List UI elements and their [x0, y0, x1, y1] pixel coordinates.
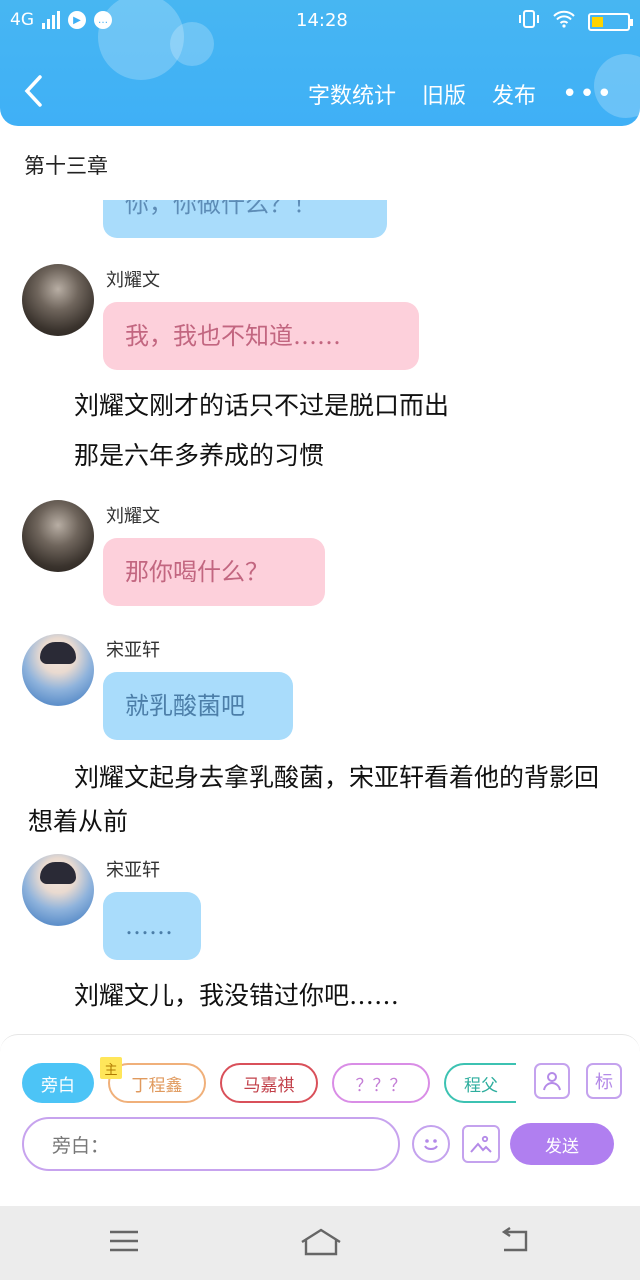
status-bar: 4G ▶ … 14:28	[0, 6, 640, 36]
message-bubble[interactable]: 你，你做什么？！	[103, 200, 387, 238]
battery-icon	[588, 12, 633, 31]
role-chip-narrator[interactable]: 旁白	[22, 1063, 94, 1103]
message-bubble[interactable]: ……	[103, 892, 201, 960]
message-icon: …	[94, 11, 112, 29]
message-input[interactable]: 旁白：	[22, 1117, 400, 1171]
role-chip-ding[interactable]: 丁程鑫	[108, 1063, 206, 1103]
role-selector: 旁白 丁程鑫 主 马嘉祺 ？？？ 程父 标	[22, 1057, 622, 1103]
chat-content: 你，你做什么？！ 刘耀文 我，我也不知道…… 刘耀文刚才的话只不过是脱口而出 那…	[0, 200, 640, 1030]
home-icon[interactable]	[298, 1226, 344, 1260]
person-icon[interactable]	[534, 1063, 570, 1099]
clock: 14:28	[296, 10, 348, 31]
role-chip-ma[interactable]: 马嘉祺	[220, 1063, 318, 1103]
tag-button[interactable]: 标	[586, 1063, 622, 1099]
app-header: 4G ▶ … 14:28 字数统计 旧版 发布 •••	[0, 0, 640, 126]
network-label: 4G	[10, 10, 34, 30]
role-chip-unknown[interactable]: ？？？	[332, 1063, 430, 1103]
message-bubble[interactable]: 我，我也不知道……	[103, 302, 419, 370]
avatar[interactable]	[22, 500, 94, 572]
speaker-name: 宋亚轩	[106, 640, 160, 661]
narration-text: 刘耀文刚才的话只不过是脱口而出	[74, 391, 450, 420]
signal-icon	[42, 11, 60, 29]
more-dots-icon[interactable]: •••	[562, 79, 614, 109]
avatar[interactable]	[22, 634, 94, 706]
chevron-left-icon	[24, 75, 42, 107]
narration-text: 刘耀文儿，我没错过你吧……	[74, 981, 400, 1010]
top-nav: 字数统计 旧版 发布 •••	[0, 70, 640, 116]
speaker-name: 刘耀文	[106, 270, 160, 291]
avatar[interactable]	[22, 264, 94, 336]
back-button[interactable]	[22, 74, 44, 115]
send-button[interactable]: 发送	[510, 1123, 614, 1165]
role-chip-cheng-father[interactable]: 程父	[444, 1063, 516, 1103]
compose-panel: 旁白 丁程鑫 主 马嘉祺 ？？？ 程父 标 旁白： 发送	[0, 1034, 640, 1210]
message-bubble[interactable]: 就乳酸菌吧	[103, 672, 293, 740]
narration-text: 那是六年多养成的习惯	[74, 441, 325, 470]
vibrate-icon	[518, 10, 540, 33]
smiley-icon[interactable]	[412, 1125, 450, 1163]
old-version-button[interactable]: 旧版	[422, 78, 466, 110]
speaker-name: 宋亚轩	[106, 860, 160, 881]
menu-icon[interactable]	[106, 1226, 146, 1260]
word-count-button[interactable]: 字数统计	[308, 78, 396, 110]
system-nav-bar	[0, 1206, 640, 1280]
avatar[interactable]	[22, 854, 94, 926]
main-role-badge: 主	[100, 1057, 122, 1079]
message-bubble[interactable]: 那你喝什么？	[103, 538, 325, 606]
narration-text: 刘耀文起身去拿乳酸菌，宋亚轩看着他的背影回想着从前	[28, 763, 600, 836]
publish-button[interactable]: 发布	[492, 78, 536, 110]
wifi-icon	[552, 10, 576, 33]
speaker-name: 刘耀文	[106, 506, 160, 527]
image-icon[interactable]	[462, 1125, 500, 1163]
media-icon: ▶	[68, 11, 86, 29]
back-nav-icon[interactable]	[496, 1226, 536, 1260]
chapter-title: 第十三章	[24, 154, 108, 178]
